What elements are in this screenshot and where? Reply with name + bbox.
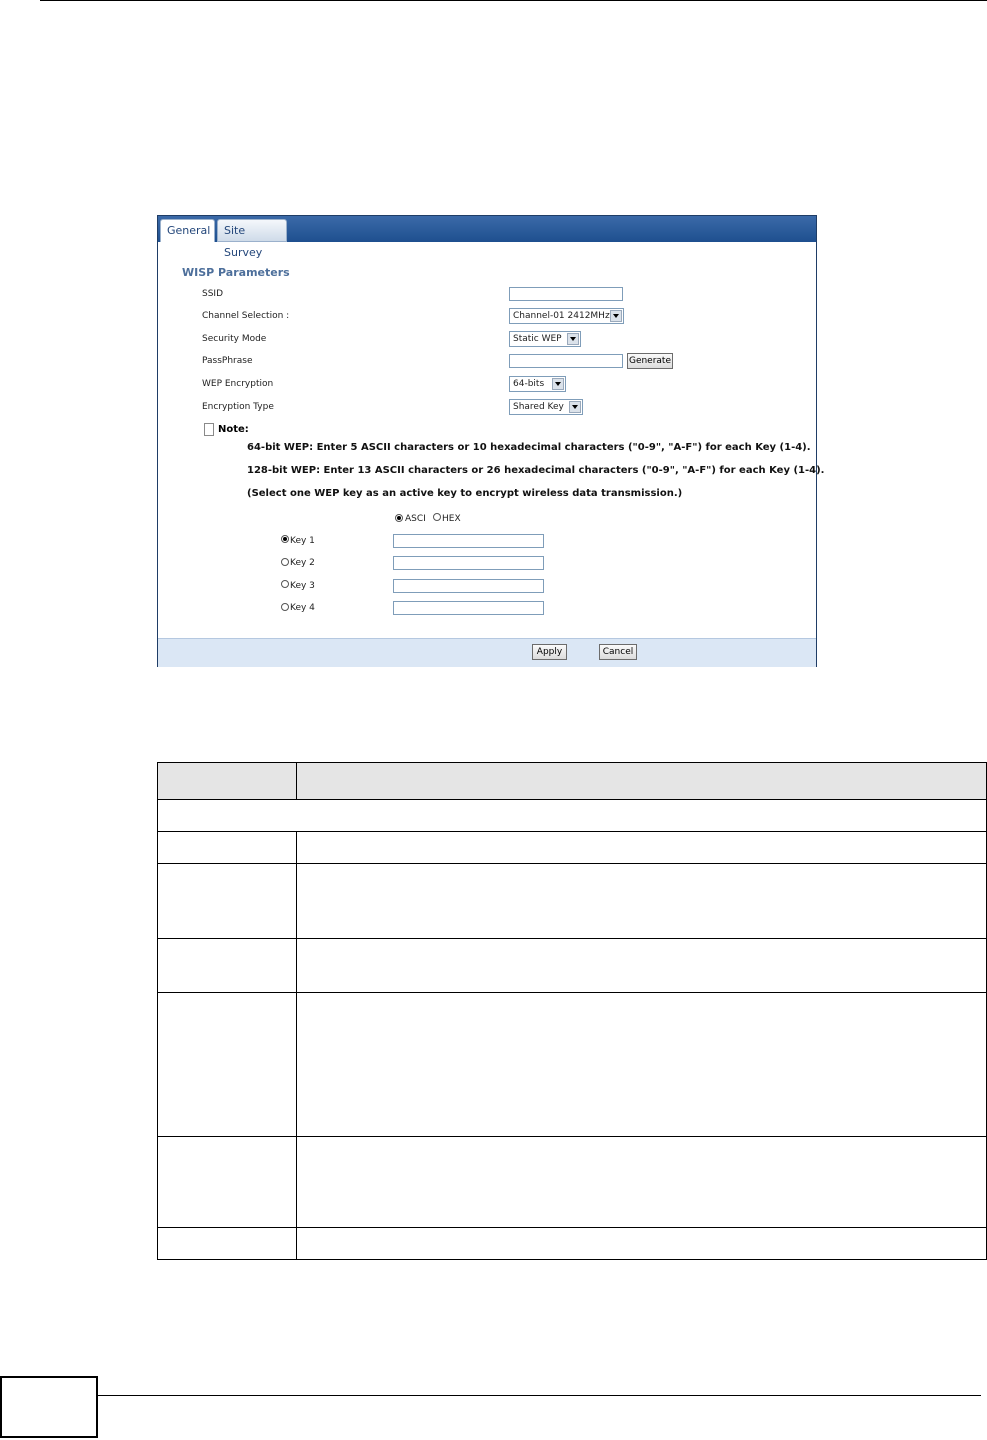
table-row xyxy=(157,938,987,993)
security-mode-label: Security Mode xyxy=(202,334,267,344)
hex-radio-label: HEX xyxy=(442,514,461,524)
section-title: WISP Parameters xyxy=(182,266,290,279)
table-cell xyxy=(296,938,987,993)
key3-radio[interactable] xyxy=(281,580,289,588)
key4-input[interactable] xyxy=(393,601,544,615)
passphrase-input[interactable] xyxy=(509,354,623,368)
ascii-radio-label: ASCI xyxy=(405,514,426,524)
page-number-box xyxy=(0,1376,98,1438)
table-header-cell xyxy=(157,762,297,800)
table-cell xyxy=(157,938,297,993)
chevron-down-icon xyxy=(567,333,579,345)
chevron-down-icon xyxy=(610,310,622,322)
apply-button[interactable]: Apply xyxy=(532,644,567,660)
table-row xyxy=(157,1136,987,1228)
ssid-input[interactable] xyxy=(509,287,623,301)
table-row xyxy=(157,992,987,1137)
table-cell xyxy=(157,1227,297,1260)
table-cell xyxy=(296,1136,987,1228)
channel-selection-value: Channel-01 2412MHz xyxy=(513,311,610,321)
table-cell xyxy=(296,863,987,939)
table-cell xyxy=(157,992,297,1137)
note-icon xyxy=(204,423,214,436)
note-line-128bit: 128-bit WEP: Enter 13 ASCII characters o… xyxy=(247,465,825,476)
security-mode-select[interactable]: Static WEP xyxy=(509,331,581,347)
key2-label: Key 2 xyxy=(290,558,315,568)
button-footer: Apply Cancel xyxy=(158,638,816,667)
ascii-radio[interactable] xyxy=(395,514,403,522)
key2-radio[interactable] xyxy=(281,558,289,566)
note-line-64bit: 64-bit WEP: Enter 5 ASCII characters or … xyxy=(247,442,811,453)
table-cell xyxy=(296,992,987,1137)
channel-selection-label: Channel Selection : xyxy=(202,311,290,321)
wep-encryption-label: WEP Encryption xyxy=(202,379,274,389)
hex-radio[interactable] xyxy=(433,513,441,521)
table-cell xyxy=(157,799,987,832)
table-cell xyxy=(157,1136,297,1228)
table-row xyxy=(157,1227,987,1260)
wep-encryption-value: 64-bits xyxy=(513,379,545,389)
header-rule xyxy=(40,0,987,1)
tab-general[interactable]: General xyxy=(160,219,215,242)
chevron-down-icon xyxy=(552,378,564,390)
note-line-select: (Select one WEP key as an active key to … xyxy=(247,488,683,499)
table-cell xyxy=(157,863,297,939)
ssid-label: SSID xyxy=(202,289,224,299)
table-cell xyxy=(157,831,297,864)
table-cell xyxy=(296,831,987,864)
footer-rule xyxy=(98,1395,981,1396)
security-mode-value: Static WEP xyxy=(513,334,562,344)
encryption-type-select[interactable]: Shared Key xyxy=(509,399,583,415)
description-table xyxy=(157,762,987,1260)
key1-radio[interactable] xyxy=(281,535,289,543)
encryption-type-value: Shared Key xyxy=(513,402,564,412)
encryption-type-label: Encryption Type xyxy=(202,402,274,412)
tab-bar: General Site Survey xyxy=(158,216,816,259)
generate-button[interactable]: Generate xyxy=(627,353,673,369)
key1-input[interactable] xyxy=(393,534,544,548)
table-cell xyxy=(296,1227,987,1260)
key4-radio[interactable] xyxy=(281,603,289,611)
key3-label: Key 3 xyxy=(290,581,315,591)
wisp-settings-panel: General Site Survey WISP Parameters SSID… xyxy=(157,215,824,667)
table-row xyxy=(157,831,987,864)
table-row xyxy=(157,863,987,939)
key2-input[interactable] xyxy=(393,556,544,570)
key3-input[interactable] xyxy=(393,579,544,593)
tab-site-survey[interactable]: Site Survey xyxy=(217,219,287,259)
table-row xyxy=(157,799,987,832)
table-header-row xyxy=(157,762,987,800)
cancel-button[interactable]: Cancel xyxy=(599,644,637,660)
channel-selection-select[interactable]: Channel-01 2412MHz xyxy=(509,308,624,324)
note-label: Note: xyxy=(218,424,249,435)
key1-label: Key 1 xyxy=(290,536,315,546)
chevron-down-icon xyxy=(569,401,581,413)
key4-label: Key 4 xyxy=(290,603,315,613)
wep-encryption-select[interactable]: 64-bits xyxy=(509,376,566,392)
passphrase-label: PassPhrase xyxy=(202,356,253,366)
table-header-cell xyxy=(296,762,987,800)
